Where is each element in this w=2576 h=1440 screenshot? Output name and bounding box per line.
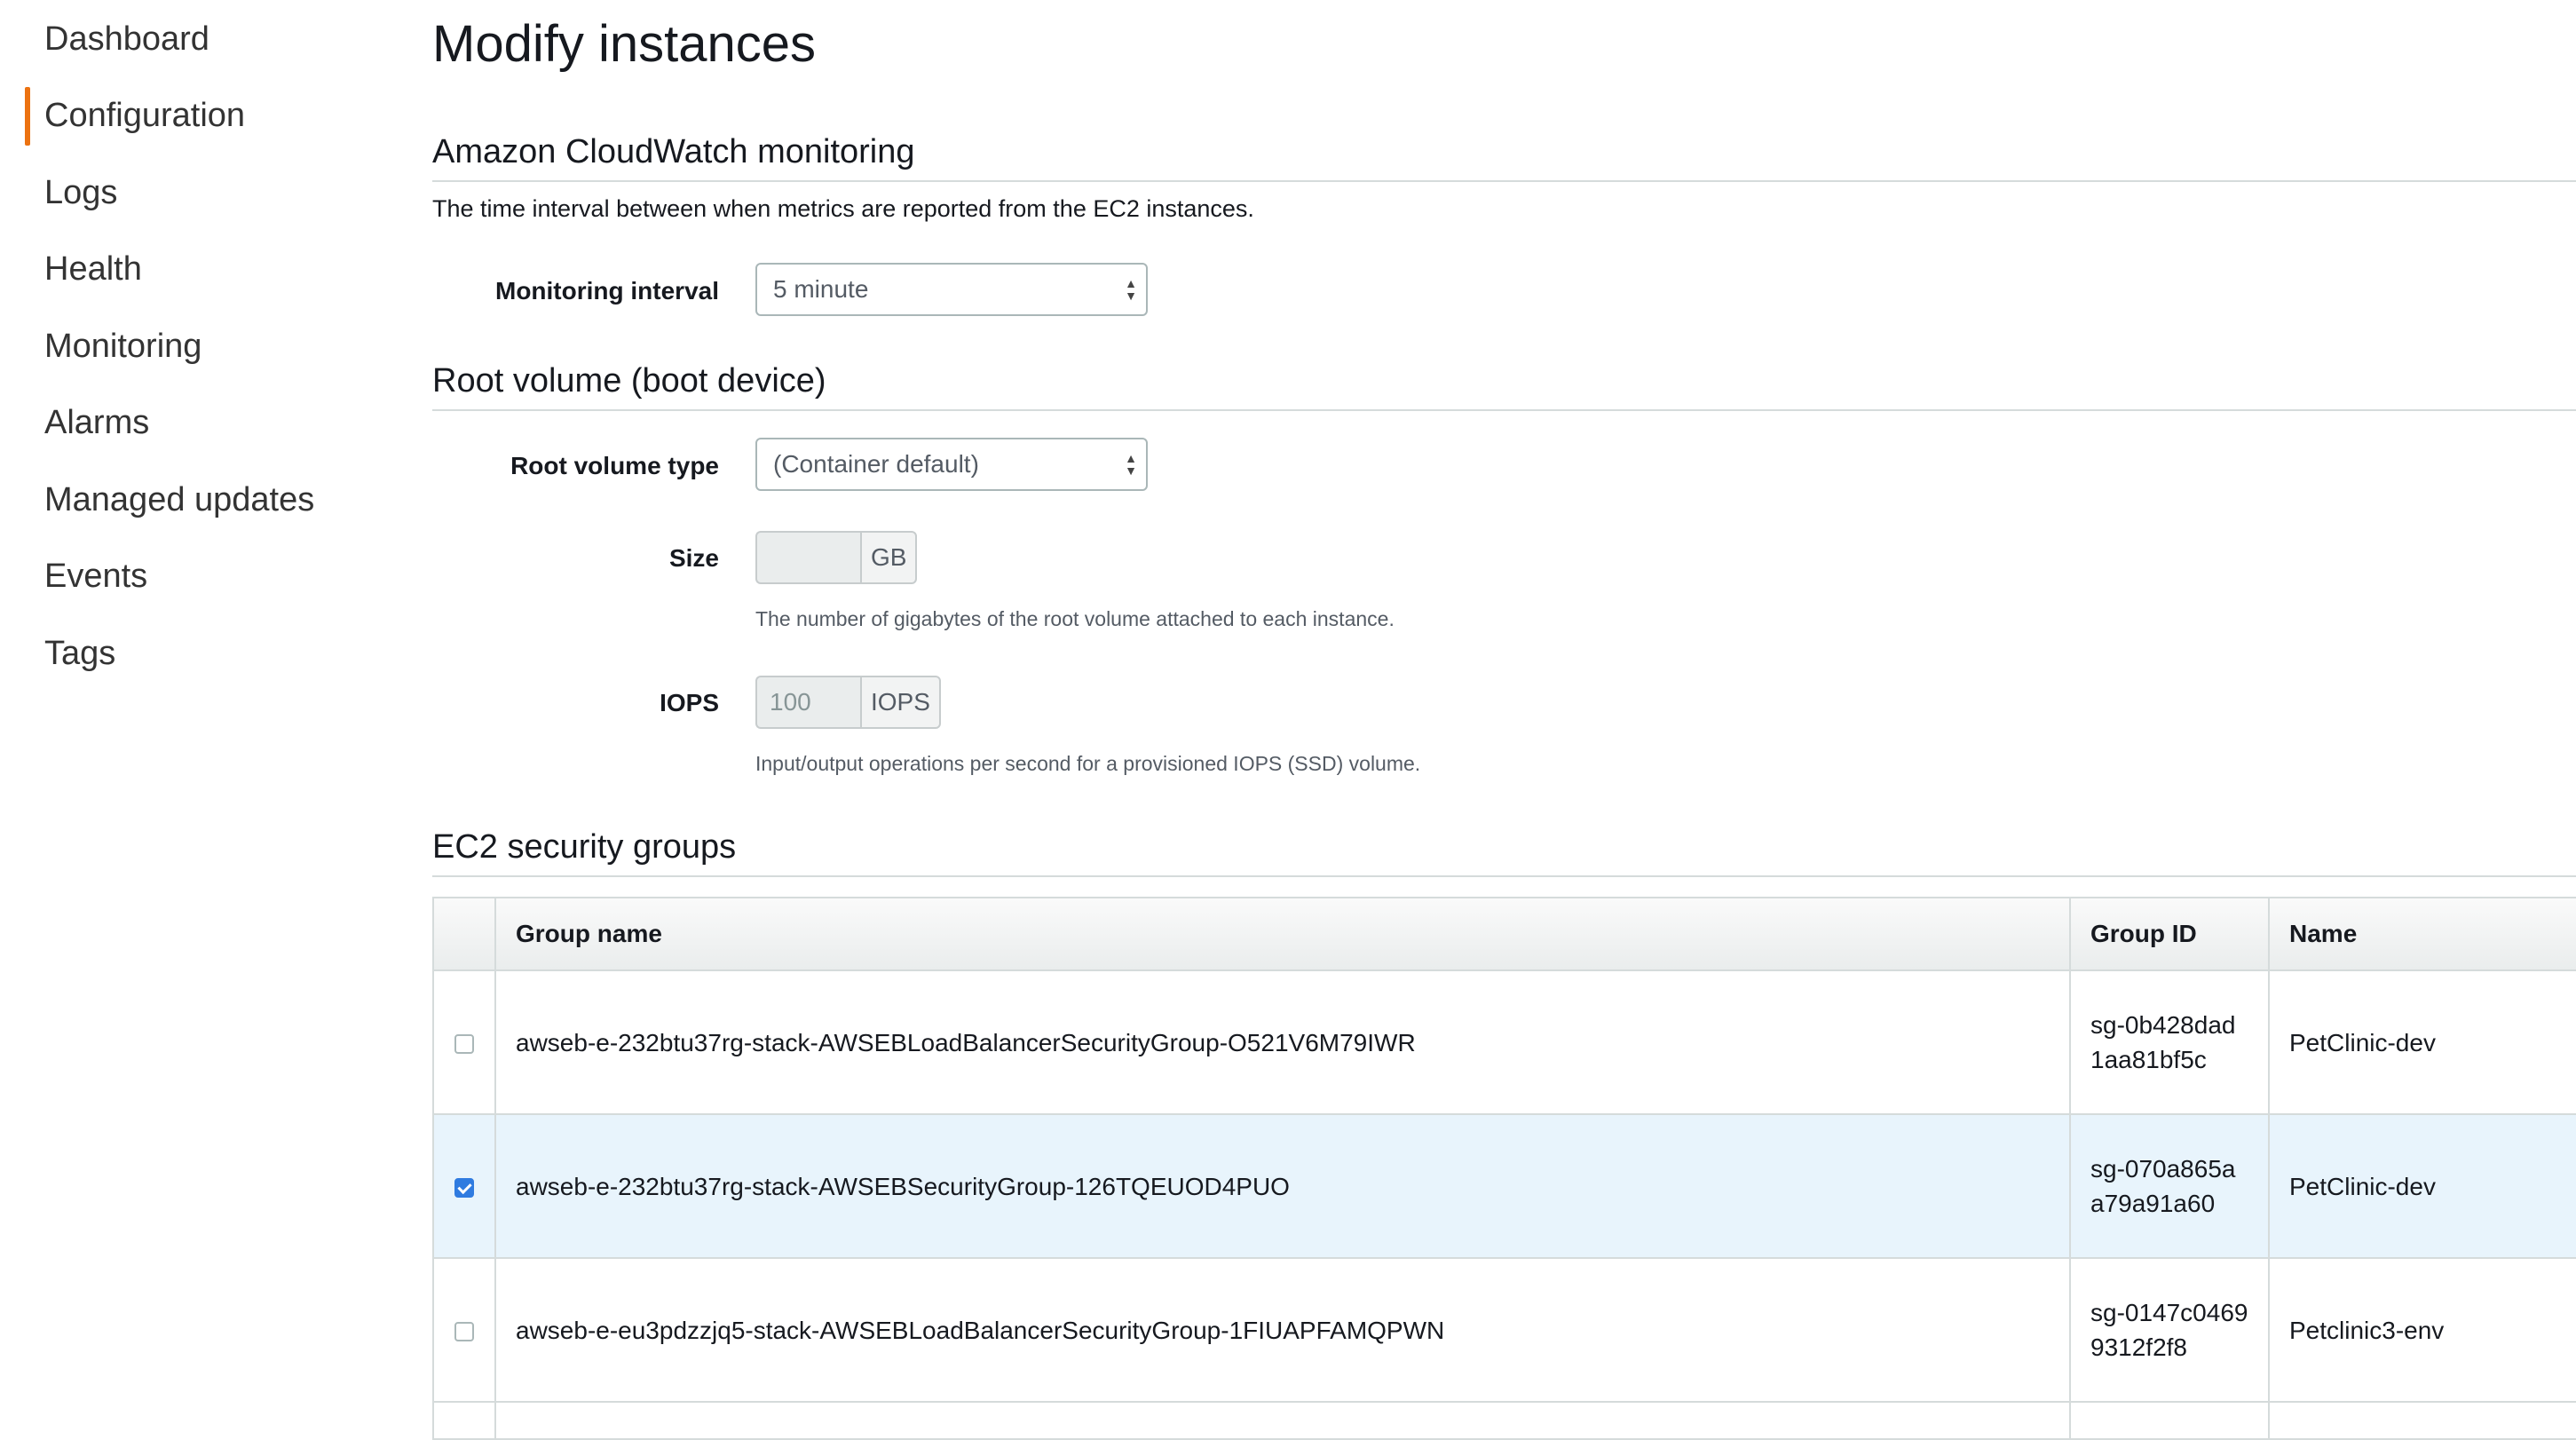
security-groups-section-title: EC2 security groups bbox=[432, 828, 737, 866]
table-row[interactable]: awseb-e-232btu37rg-stack-AWSEBSecurityGr… bbox=[432, 1113, 2576, 1259]
row-checkbox[interactable] bbox=[454, 1034, 474, 1055]
group-id-cell: sg-0147c04699312f2f8 bbox=[2069, 1257, 2270, 1403]
row-select-cell bbox=[432, 1401, 496, 1440]
name-cell: PetClinic-dev bbox=[2268, 969, 2576, 1115]
table-row[interactable] bbox=[432, 1401, 2576, 1440]
sidebar-item-dashboard[interactable]: Dashboard bbox=[44, 18, 209, 60]
size-label: Size bbox=[668, 544, 719, 572]
group-id-cell bbox=[2069, 1401, 2270, 1440]
iops-hint: Input/output operations per second for a… bbox=[755, 752, 1421, 775]
page-title: Modify instances bbox=[432, 15, 816, 73]
iops-unit-addon: IOPS bbox=[860, 676, 941, 729]
group-name-cell: awseb-e-232btu37rg-stack-AWSEBLoadBalanc… bbox=[494, 969, 2071, 1115]
monitoring-interval-select[interactable]: 5 minute ▲ ▼ bbox=[755, 263, 1148, 316]
monitoring-interval-label: Monitoring interval bbox=[495, 277, 719, 305]
monitoring-interval-value: 5 minute bbox=[773, 275, 869, 303]
section-divider bbox=[432, 180, 2576, 182]
root-volume-type-label: Root volume type bbox=[510, 452, 719, 479]
cloudwatch-section-title: Amazon CloudWatch monitoring bbox=[432, 133, 915, 170]
sidebar-item-tags[interactable]: Tags bbox=[44, 632, 115, 675]
select-arrows-icon: ▲ ▼ bbox=[1125, 451, 1137, 478]
root-volume-type-value: (Container default) bbox=[773, 450, 979, 478]
sidebar-item-configuration[interactable]: Configuration bbox=[24, 87, 245, 146]
row-select-cell bbox=[432, 1113, 496, 1259]
sidebar-item-events[interactable]: Events bbox=[44, 555, 147, 597]
sidebar-item-alarms[interactable]: Alarms bbox=[44, 401, 149, 444]
column-header-group-name[interactable]: Group name bbox=[494, 897, 2071, 971]
group-id-cell: sg-0b428dad1aa81bf5c bbox=[2069, 969, 2270, 1115]
row-select-cell bbox=[432, 1257, 496, 1403]
name-cell: Petclinic3-env bbox=[2268, 1257, 2576, 1403]
root-volume-section-title: Root volume (boot device) bbox=[432, 362, 826, 400]
size-hint: The number of gigabytes of the root volu… bbox=[755, 607, 1395, 630]
sidebar-item-logs[interactable]: Logs bbox=[44, 171, 117, 214]
name-cell: PetClinic-dev bbox=[2268, 1113, 2576, 1259]
sidebar-nav: Dashboard Configuration Logs Health Moni… bbox=[0, 0, 391, 1419]
table-row[interactable]: awseb-e-eu3pdzzjq5-stack-AWSEBLoadBalanc… bbox=[432, 1257, 2576, 1403]
group-name-cell: awseb-e-eu3pdzzjq5-stack-AWSEBLoadBalanc… bbox=[494, 1257, 2071, 1403]
table-header-row: Group name Group ID Name bbox=[432, 897, 2576, 971]
name-cell bbox=[2268, 1401, 2576, 1440]
sidebar-item-managed-updates[interactable]: Managed updates bbox=[44, 479, 314, 521]
size-unit-addon: GB bbox=[860, 531, 918, 584]
iops-input[interactable]: 100 bbox=[755, 676, 860, 729]
iops-label: IOPS bbox=[660, 689, 719, 716]
row-select-cell bbox=[432, 969, 496, 1115]
iops-input-group: 100 IOPS bbox=[755, 676, 941, 729]
row-checkbox[interactable] bbox=[454, 1322, 474, 1342]
sidebar-item-health[interactable]: Health bbox=[44, 248, 142, 290]
group-name-cell: awseb-e-232btu37rg-stack-AWSEBSecurityGr… bbox=[494, 1113, 2071, 1259]
size-input[interactable] bbox=[755, 531, 860, 584]
row-checkbox[interactable] bbox=[454, 1178, 474, 1199]
size-input-group: GB bbox=[755, 531, 918, 584]
group-name-cell bbox=[494, 1401, 2071, 1440]
table-row[interactable]: awseb-e-232btu37rg-stack-AWSEBLoadBalanc… bbox=[432, 969, 2576, 1115]
select-arrows-icon: ▲ ▼ bbox=[1125, 276, 1137, 303]
section-divider bbox=[432, 875, 2576, 877]
column-header-name[interactable]: Name bbox=[2268, 897, 2576, 971]
cloudwatch-description: The time interval between when metrics a… bbox=[432, 195, 1254, 222]
security-groups-table: Group name Group ID Name awseb-e-232btu3… bbox=[432, 897, 2576, 1440]
select-column-header bbox=[432, 897, 496, 971]
group-id-cell: sg-070a865aa79a91a60 bbox=[2069, 1113, 2270, 1259]
root-volume-type-select[interactable]: (Container default) ▲ ▼ bbox=[755, 438, 1148, 491]
main-content: Modify instances Amazon CloudWatch monit… bbox=[432, 0, 2576, 1440]
sidebar-item-monitoring[interactable]: Monitoring bbox=[44, 325, 201, 368]
column-header-group-id[interactable]: Group ID bbox=[2069, 897, 2270, 971]
section-divider bbox=[432, 409, 2576, 411]
